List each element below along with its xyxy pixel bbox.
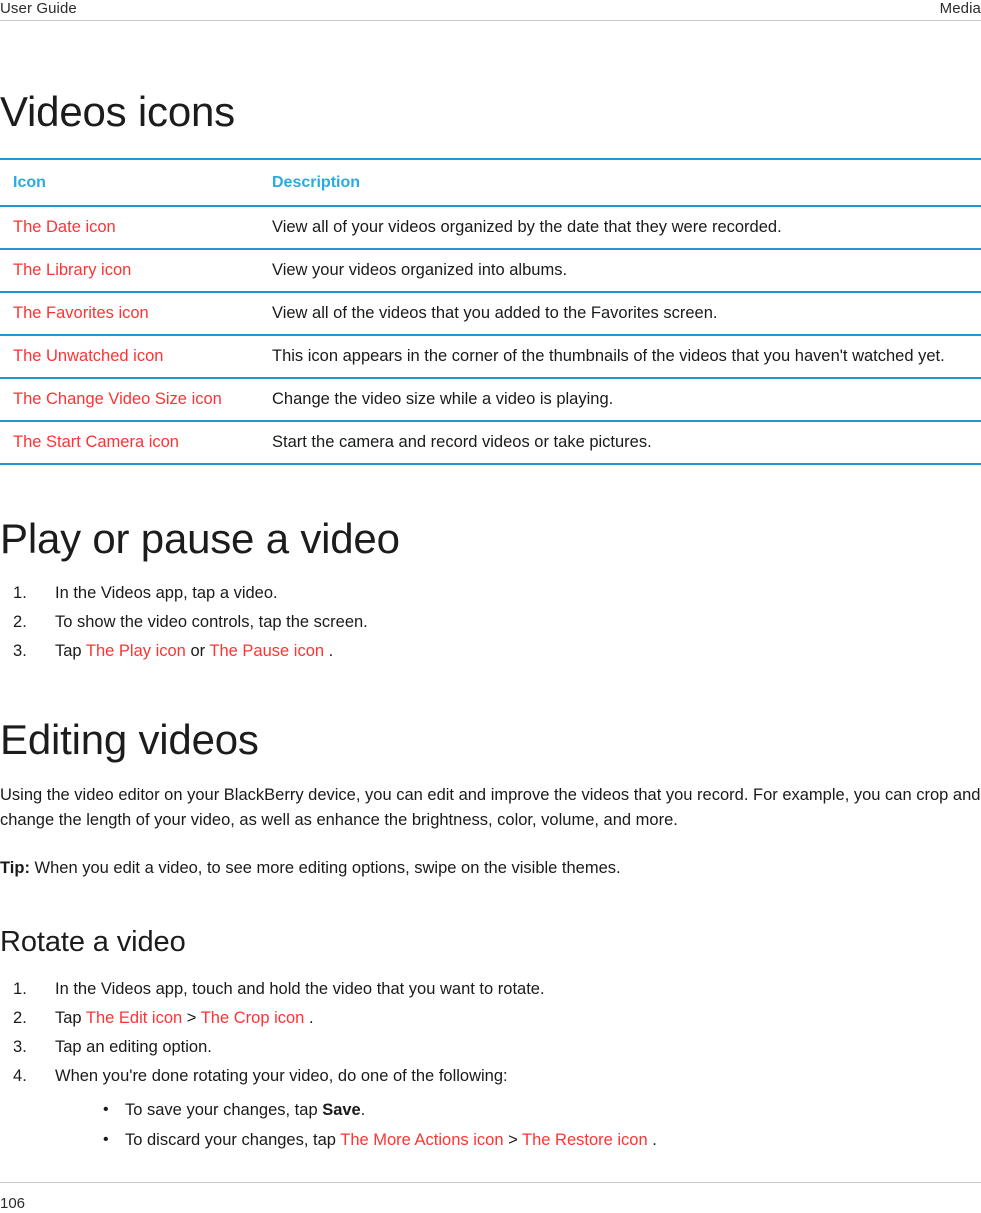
page-number: 106 bbox=[0, 1195, 26, 1212]
table-row: The Unwatched icon This icon appears in … bbox=[0, 334, 981, 378]
more-actions-icon-reference: The More Actions icon bbox=[340, 1131, 504, 1149]
icon-description-date: View all of your videos organized by the… bbox=[259, 205, 981, 249]
icon-description-favorites: View all of the videos that you added to… bbox=[259, 291, 981, 335]
step-text: To show the video controls, tap the scre… bbox=[55, 613, 368, 631]
page-content: Videos icons Icon Description The Date i… bbox=[0, 21, 981, 1155]
step-middle: > bbox=[182, 1009, 201, 1027]
table-row: The Favorites icon View all of the video… bbox=[0, 291, 981, 335]
icon-description-change-video-size: Change the video size while a video is p… bbox=[259, 377, 981, 421]
step-text: Tap an editing option. bbox=[55, 1038, 212, 1056]
header-left-title: User Guide bbox=[0, 0, 77, 17]
step-middle: or bbox=[185, 642, 210, 660]
restore-icon-reference: The Restore icon bbox=[522, 1131, 648, 1149]
bullet-suffix: . bbox=[360, 1101, 366, 1119]
crop-icon-reference: The Crop icon bbox=[200, 1009, 305, 1027]
table-header-row: Icon Description bbox=[0, 158, 981, 207]
rotate-a-video-save-options: To save your changes, tap Save. To disca… bbox=[55, 1095, 981, 1155]
column-header-icon: Icon bbox=[0, 158, 259, 207]
edit-icon-reference: The Edit icon bbox=[85, 1009, 183, 1027]
step-suffix: . bbox=[324, 642, 334, 660]
list-item: To show the video controls, tap the scre… bbox=[0, 608, 981, 637]
column-header-description: Description bbox=[259, 158, 981, 207]
step-text: In the Videos app, tap a video. bbox=[55, 584, 278, 602]
table-row: The Library icon View your videos organi… bbox=[0, 248, 981, 292]
table-row: The Date icon View all of your videos or… bbox=[0, 205, 981, 249]
page-title-videos-icons: Videos icons bbox=[0, 88, 235, 135]
list-item: When you're done rotating your video, do… bbox=[0, 1062, 981, 1155]
page-running-header: User Guide Media bbox=[0, 0, 981, 21]
icon-name-change-video-size: The Change Video Size icon bbox=[0, 377, 259, 421]
section-title-editing-videos: Editing videos bbox=[0, 716, 259, 763]
header-right-title: Media bbox=[939, 0, 981, 17]
step-prefix: Tap bbox=[55, 642, 86, 660]
step-prefix: Tap bbox=[55, 1009, 86, 1027]
bullet-suffix: . bbox=[647, 1131, 657, 1149]
list-item: Tap an editing option. bbox=[0, 1033, 981, 1062]
icon-name-date: The Date icon bbox=[0, 205, 259, 249]
step-text: In the Videos app, touch and hold the vi… bbox=[55, 980, 545, 998]
editing-videos-paragraph: Using the video editor on your BlackBerr… bbox=[0, 786, 981, 829]
list-item: To save your changes, tap Save. bbox=[55, 1095, 981, 1125]
icon-description-unwatched: This icon appears in the corner of the t… bbox=[259, 334, 981, 378]
pause-icon-reference: The Pause icon bbox=[209, 642, 325, 660]
tip-label: Tip: bbox=[0, 859, 30, 877]
list-item: In the Videos app, touch and hold the vi… bbox=[0, 975, 981, 1004]
step-text: When you're done rotating your video, do… bbox=[55, 1067, 508, 1085]
table-row: The Start Camera icon Start the camera a… bbox=[0, 420, 981, 465]
play-or-pause-steps: In the Videos app, tap a video. To show … bbox=[0, 579, 981, 666]
list-item: To discard your changes, tap The More Ac… bbox=[55, 1125, 981, 1155]
icon-name-start-camera: The Start Camera icon bbox=[0, 420, 259, 465]
icon-name-favorites: The Favorites icon bbox=[0, 291, 259, 335]
icon-name-unwatched: The Unwatched icon bbox=[0, 334, 259, 378]
rotate-a-video-steps: In the Videos app, touch and hold the vi… bbox=[0, 975, 981, 1155]
bullet-prefix: To save your changes, tap bbox=[125, 1101, 323, 1119]
bullet-middle: > bbox=[503, 1131, 523, 1149]
editing-videos-tip: Tip: When you edit a video, to see more … bbox=[0, 856, 981, 881]
page-running-footer: 106 bbox=[0, 1182, 981, 1213]
bullet-prefix: To discard your changes, tap bbox=[125, 1131, 341, 1149]
icon-description-start-camera: Start the camera and record videos or ta… bbox=[259, 420, 981, 465]
icon-description-library: View your videos organized into albums. bbox=[259, 248, 981, 292]
list-item: In the Videos app, tap a video. bbox=[0, 579, 981, 608]
play-icon-reference: The Play icon bbox=[85, 642, 186, 660]
tip-text: When you edit a video, to see more editi… bbox=[29, 859, 621, 877]
icon-name-library: The Library icon bbox=[0, 248, 259, 292]
save-label: Save bbox=[322, 1101, 361, 1119]
list-item: Tap The Edit icon > The Crop icon . bbox=[0, 1004, 981, 1033]
subsection-title-rotate-a-video: Rotate a video bbox=[0, 926, 186, 958]
videos-icons-table: Icon Description The Date icon View all … bbox=[0, 158, 981, 465]
list-item: Tap The Play icon or The Pause icon . bbox=[0, 637, 981, 666]
step-suffix: . bbox=[304, 1009, 314, 1027]
section-title-play-or-pause: Play or pause a video bbox=[0, 515, 400, 562]
table-row: The Change Video Size icon Change the vi… bbox=[0, 377, 981, 421]
